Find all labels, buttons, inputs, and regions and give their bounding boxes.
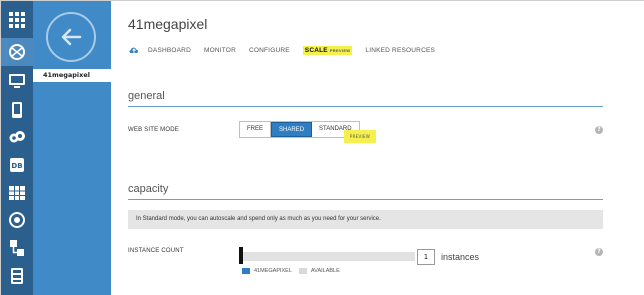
mode-option-free[interactable]: FREE: [240, 122, 272, 137]
legend-swatch-available: [298, 268, 307, 274]
page-title: 41megapixel: [128, 16, 208, 32]
instance-count-unit: instances: [441, 252, 480, 262]
tab-dashboard[interactable]: DASHBOARD: [148, 47, 191, 54]
section-divider: [128, 106, 603, 107]
section-divider: [128, 199, 603, 200]
database-icon[interactable]: DB: [6, 154, 28, 176]
legend-label: 41MEGAPIXEL: [254, 268, 292, 274]
svg-text:DB: DB: [11, 162, 22, 170]
mobile-icon[interactable]: [6, 99, 28, 121]
legend-item: 41MEGAPIXEL: [242, 268, 292, 274]
tab-scale-label: SCALE: [304, 46, 328, 54]
web-site-mode-label: WEB SITE MODE: [128, 127, 179, 133]
instance-legend: 41MEGAPIXEL AVAILABLE: [242, 268, 347, 274]
tab-configure[interactable]: CONFIGURE: [249, 47, 290, 54]
instance-slider-track[interactable]: [243, 252, 415, 261]
resource-panel: 41megapixel: [33, 1, 111, 295]
section-title-general: general: [128, 90, 165, 102]
network-icon[interactable]: [6, 237, 28, 259]
tab-bar: DASHBOARD MONITOR CONFIGURE SCALE PREVIEW…: [128, 44, 448, 56]
monitor-icon[interactable]: [6, 70, 28, 92]
grid-icon[interactable]: [6, 9, 28, 31]
tab-scale[interactable]: SCALE PREVIEW: [302, 45, 353, 55]
media-icon[interactable]: [6, 209, 28, 231]
help-icon[interactable]: ?: [595, 248, 603, 256]
gear-cloud-icon[interactable]: [6, 126, 28, 148]
mode-option-shared[interactable]: SHARED: [271, 122, 313, 137]
help-icon[interactable]: ?: [595, 126, 603, 134]
storage-icon[interactable]: [6, 265, 28, 287]
table-icon[interactable]: [6, 182, 28, 204]
sidebar-item-41megapixel[interactable]: 41megapixel: [33, 69, 111, 82]
section-title-capacity: capacity: [128, 183, 169, 195]
legend-swatch-site: [242, 268, 250, 274]
globe-icon[interactable]: [1, 38, 33, 66]
capacity-info-bar: In Standard mode, you can autoscale and …: [128, 210, 603, 229]
tab-monitor[interactable]: MONITOR: [204, 47, 236, 54]
portal-window: DB 41megapixel 41megapixel DASHBOARD MON…: [0, 0, 644, 295]
tab-scale-preview-badge: PREVIEW: [329, 47, 351, 53]
back-button[interactable]: [46, 12, 96, 62]
main-content: 41megapixel DASHBOARD MONITOR CONFIGURE …: [111, 1, 644, 295]
legend-item: AVAILABLE: [298, 268, 340, 274]
icon-rail: DB: [1, 1, 33, 295]
web-site-mode-selector: FREE SHARED STANDARD: [239, 121, 360, 138]
instance-count-input[interactable]: 1: [417, 249, 435, 265]
arrow-left-icon: [61, 28, 82, 46]
instance-count-label: INSTANCE COUNT: [128, 248, 184, 254]
cloud-upload-icon: [129, 47, 138, 53]
tab-linked-resources[interactable]: LINKED RESOURCES: [365, 47, 435, 54]
legend-label: AVAILABLE: [310, 268, 340, 274]
standard-preview-tag: PREVIEW: [344, 130, 376, 143]
